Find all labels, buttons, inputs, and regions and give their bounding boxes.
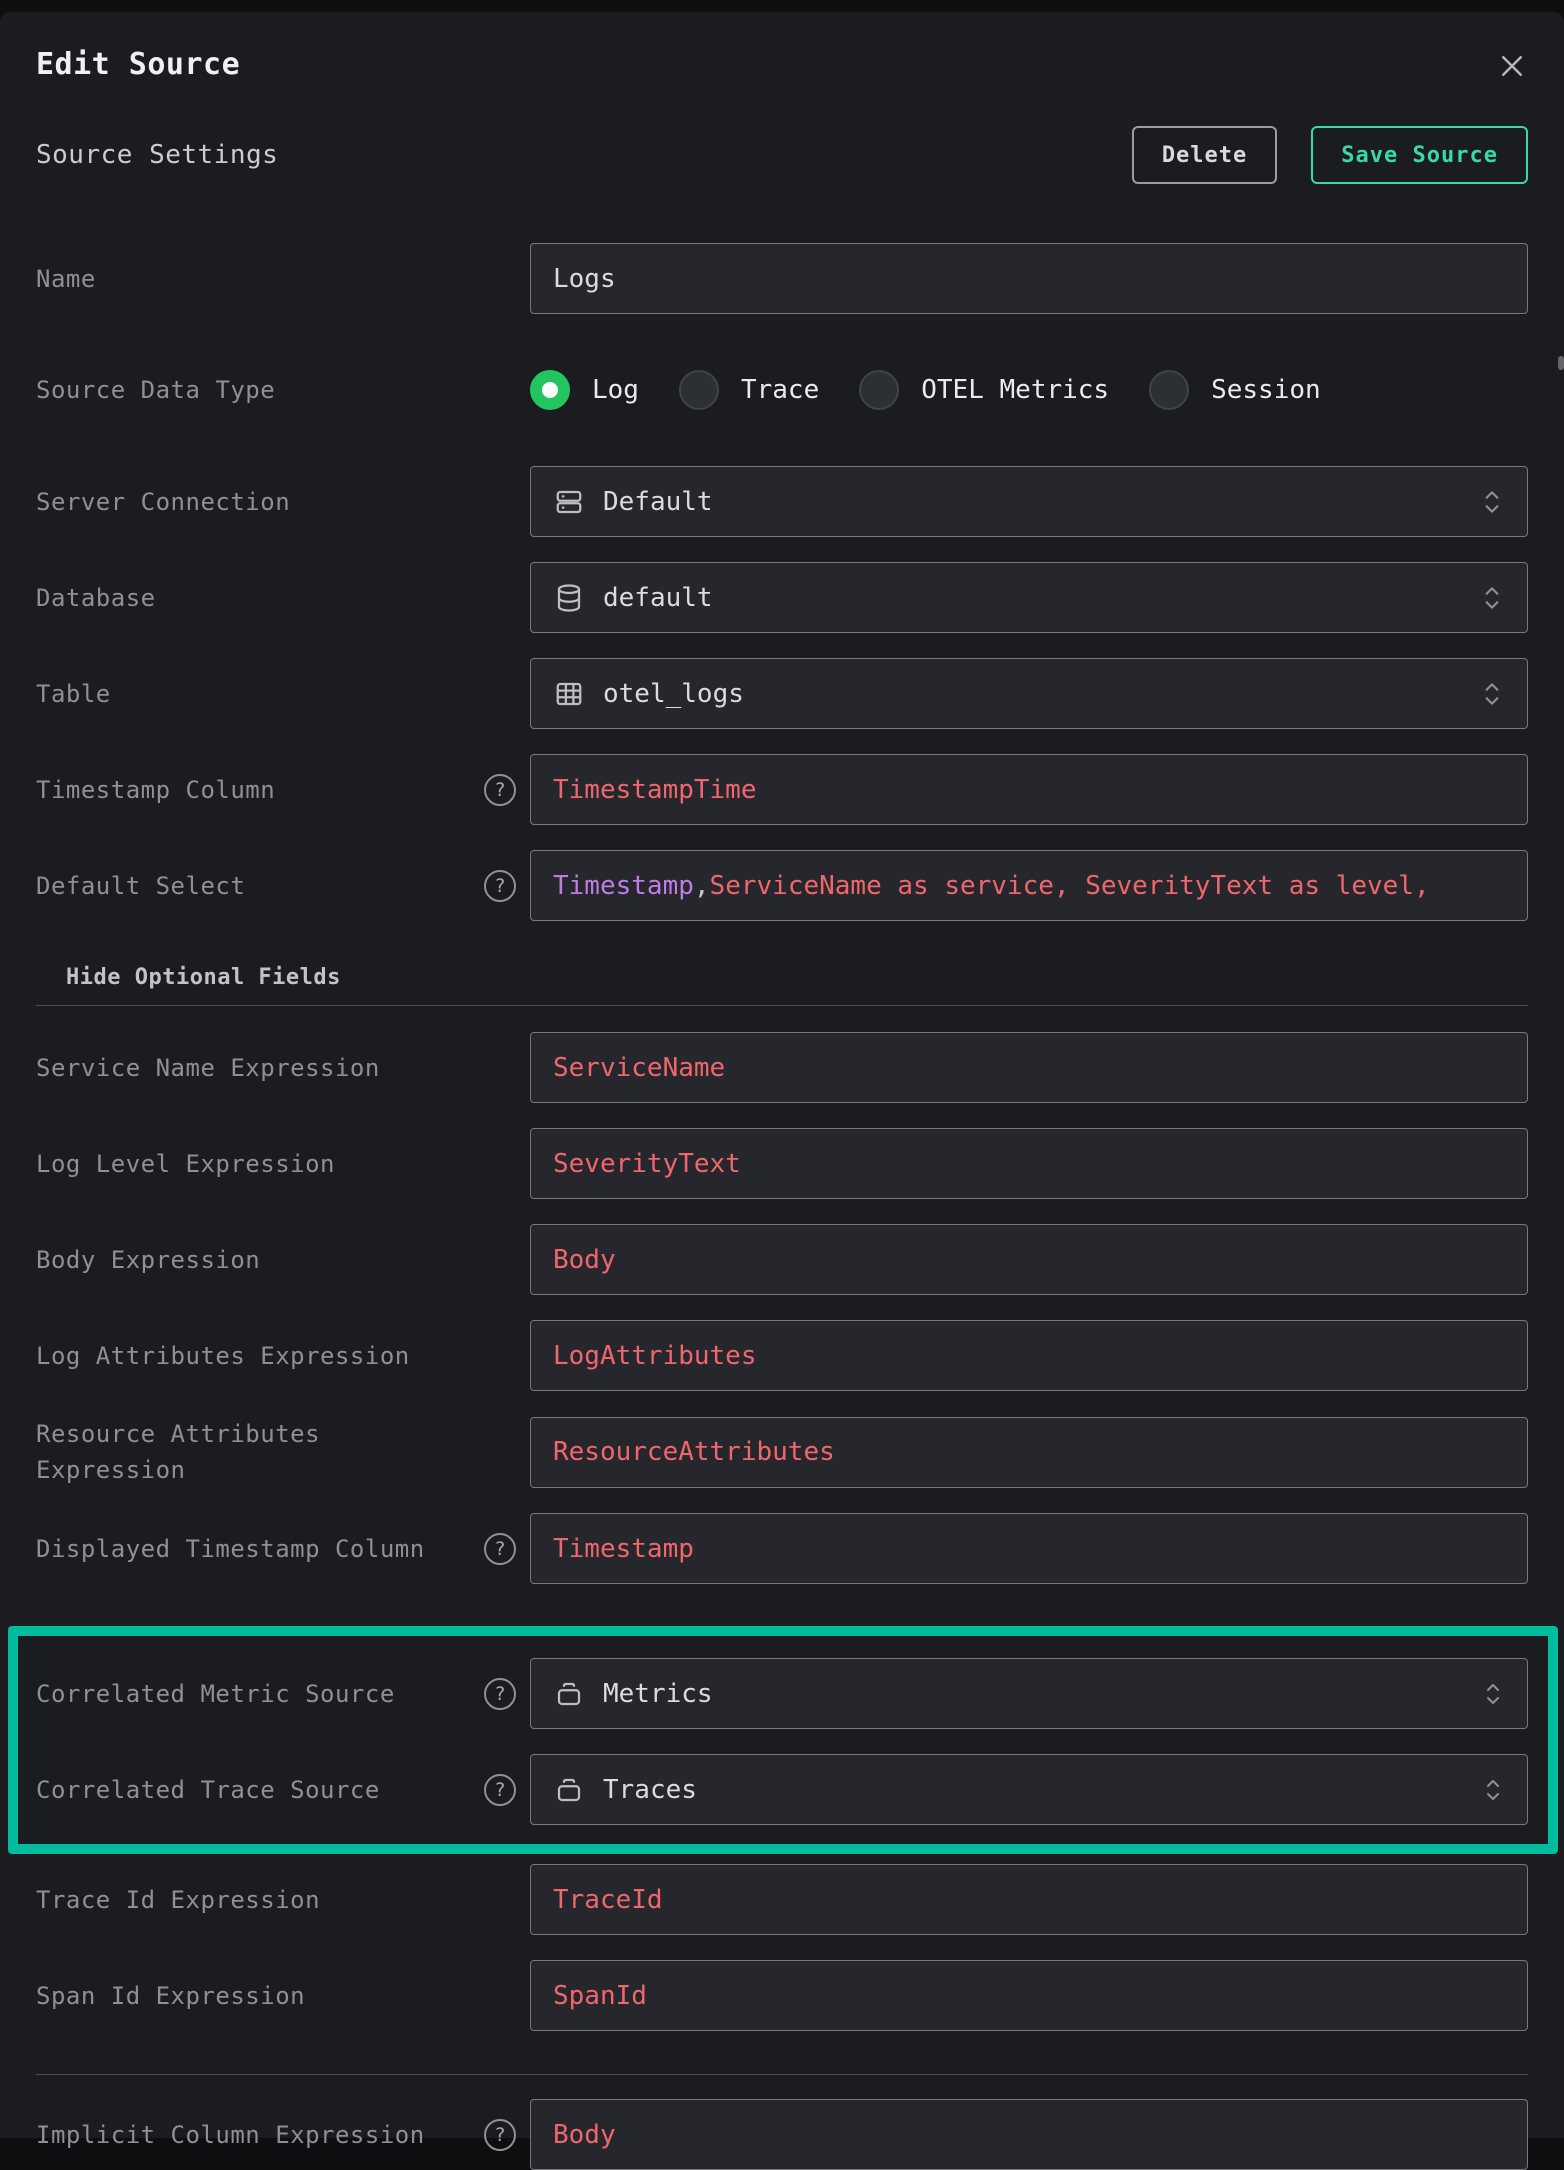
displayed-timestamp-column-input[interactable]: Timestamp [530, 1513, 1528, 1584]
help-icon[interactable]: ? [484, 1678, 516, 1710]
displayed-timestamp-column-label: Displayed Timestamp Column [36, 1531, 425, 1567]
field-row-default-select: Default Select ? Timestamp, ServiceName … [36, 850, 1528, 921]
correlated-trace-source-label: Correlated Trace Source [36, 1772, 380, 1808]
trace-id-expression-label: Trace Id Expression [36, 1882, 320, 1918]
modal-header: Edit Source [36, 12, 1528, 88]
radio-unselected-icon [1149, 370, 1189, 410]
server-connection-select[interactable]: Default [530, 466, 1528, 537]
field-row-span-id-expression: Span Id Expression SpanId [36, 1960, 1528, 2031]
implicit-column-expression-label: Implicit Column Expression [36, 2117, 425, 2153]
implicit-column-expression-input[interactable]: Body [530, 2099, 1528, 2170]
radio-unselected-icon [859, 370, 899, 410]
close-button[interactable] [1490, 44, 1534, 88]
timestamp-column-label: Timestamp Column [36, 772, 275, 808]
field-row-log-attributes-expression: Log Attributes Expression LogAttributes [36, 1320, 1528, 1391]
resource-attributes-expression-label: Resource Attributes Expression [36, 1416, 320, 1488]
field-row-database: Database default [36, 562, 1528, 633]
radio-option-trace[interactable]: Trace [679, 370, 819, 410]
source-container-icon [553, 1678, 585, 1710]
help-icon[interactable]: ? [484, 1533, 516, 1565]
divider [36, 2074, 1528, 2075]
section-header: Source Settings Delete Save Source [36, 126, 1528, 184]
body-expression-label: Body Expression [36, 1242, 260, 1278]
field-row-correlated-trace-source: Correlated Trace Source ? Traces [36, 1754, 1528, 1825]
radio-option-log[interactable]: Log [530, 370, 639, 410]
default-select-input[interactable]: Timestamp, ServiceName as service, Sever… [530, 850, 1528, 921]
field-row-table: Table otel_logs [36, 658, 1528, 729]
radio-unselected-icon [679, 370, 719, 410]
help-icon[interactable]: ? [484, 1774, 516, 1806]
source-container-icon [553, 1774, 585, 1806]
radio-option-otel-metrics[interactable]: OTEL Metrics [859, 370, 1109, 410]
source-data-type-radio-group: Log Trace OTEL Metrics Session [530, 370, 1528, 410]
resource-attributes-expression-input[interactable]: ResourceAttributes [530, 1417, 1528, 1488]
correlated-trace-source-select[interactable]: Traces [530, 1754, 1528, 1825]
database-icon [553, 582, 585, 614]
table-select[interactable]: otel_logs [530, 658, 1528, 729]
database-select[interactable]: default [530, 562, 1528, 633]
log-attributes-expression-input[interactable]: LogAttributes [530, 1320, 1528, 1391]
name-input[interactable]: Logs [530, 243, 1528, 314]
save-source-button[interactable]: Save Source [1311, 126, 1528, 184]
radio-option-session[interactable]: Session [1149, 370, 1321, 410]
chevron-updown-icon [1479, 678, 1505, 710]
field-row-timestamp-column: Timestamp Column ? TimestampTime [36, 754, 1528, 825]
radio-selected-icon [530, 370, 570, 410]
source-settings-form: Name Logs Source Data Type Log [36, 243, 1528, 2170]
help-icon[interactable]: ? [484, 870, 516, 902]
log-level-expression-input[interactable]: SeverityText [530, 1128, 1528, 1199]
log-level-expression-label: Log Level Expression [36, 1146, 335, 1182]
field-row-correlated-metric-source: Correlated Metric Source ? Metrics [36, 1658, 1528, 1729]
delete-button[interactable]: Delete [1132, 126, 1277, 184]
help-icon[interactable]: ? [484, 774, 516, 806]
field-row-trace-id-expression: Trace Id Expression TraceId [36, 1864, 1528, 1935]
correlated-metric-source-select[interactable]: Metrics [530, 1658, 1528, 1729]
field-row-displayed-timestamp-column: Displayed Timestamp Column ? Timestamp [36, 1513, 1528, 1584]
chevron-updown-icon [1479, 582, 1505, 614]
table-label: Table [36, 676, 111, 712]
field-row-server-connection: Server Connection Default [36, 466, 1528, 537]
highlight-annotation-box: Correlated Metric Source ? Metrics [8, 1626, 1558, 1854]
field-row-log-level-expression: Log Level Expression SeverityText [36, 1128, 1528, 1199]
modal-title: Edit Source [36, 44, 240, 86]
trace-id-expression-input[interactable]: TraceId [530, 1864, 1528, 1935]
field-row-resource-attributes-expression: Resource Attributes Expression ResourceA… [36, 1416, 1528, 1488]
help-icon[interactable]: ? [484, 2119, 516, 2151]
server-icon [553, 486, 585, 518]
service-name-expression-input[interactable]: ServiceName [530, 1032, 1528, 1103]
close-icon [1497, 51, 1527, 81]
server-connection-label: Server Connection [36, 484, 290, 520]
timestamp-column-input[interactable]: TimestampTime [530, 754, 1528, 825]
chevron-updown-icon [1481, 1775, 1505, 1805]
field-row-name: Name Logs [36, 243, 1528, 314]
field-row-implicit-column-expression: Implicit Column Expression ? Body [36, 2099, 1528, 2170]
database-label: Database [36, 580, 156, 616]
chevron-updown-icon [1479, 486, 1505, 518]
correlated-metric-source-label: Correlated Metric Source [36, 1676, 395, 1712]
span-id-expression-label: Span Id Expression [36, 1978, 305, 2014]
chevron-updown-icon [1481, 1679, 1505, 1709]
divider [36, 1005, 1528, 1006]
span-id-expression-input[interactable]: SpanId [530, 1960, 1528, 2031]
source-data-type-label: Source Data Type [36, 372, 275, 408]
label-cell: Name [36, 261, 530, 297]
field-row-source-data-type: Source Data Type Log Trace OTEL Metrics [36, 369, 1528, 411]
service-name-expression-label: Service Name Expression [36, 1050, 380, 1086]
log-attributes-expression-label: Log Attributes Expression [36, 1338, 410, 1374]
field-row-body-expression: Body Expression Body [36, 1224, 1528, 1295]
field-row-service-name-expression: Service Name Expression ServiceName [36, 1032, 1528, 1103]
action-buttons: Delete Save Source [1132, 126, 1528, 184]
default-select-label: Default Select [36, 868, 245, 904]
name-label: Name [36, 261, 96, 297]
table-icon [553, 678, 585, 710]
edit-source-modal: Edit Source Source Settings Delete Save … [0, 12, 1564, 2138]
body-expression-input[interactable]: Body [530, 1224, 1528, 1295]
scrollbar-thumb[interactable] [1558, 356, 1564, 370]
hide-optional-fields-toggle[interactable]: Hide Optional Fields [66, 963, 341, 993]
section-title: Source Settings [36, 140, 278, 170]
